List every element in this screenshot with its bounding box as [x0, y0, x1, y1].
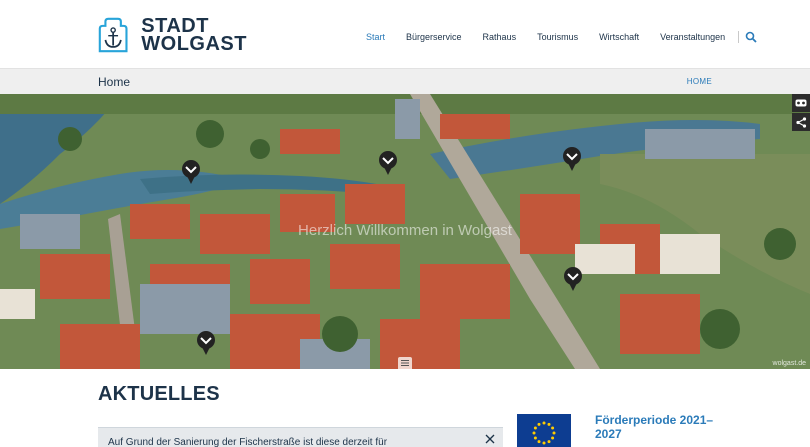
- close-icon[interactable]: [485, 434, 495, 444]
- nav-item-rathaus[interactable]: Rathaus: [483, 32, 517, 42]
- hero-welcome-caption: Herzlich Willkommen in Wolgast: [298, 222, 512, 239]
- map-hotspot-icon[interactable]: [181, 159, 201, 185]
- vr-button[interactable]: [792, 94, 810, 112]
- page-title: Home: [98, 75, 131, 89]
- nav-item-start[interactable]: Start: [366, 32, 385, 42]
- notice-text: Auf Grund der Sanierung der Fischerstraß…: [108, 437, 388, 447]
- share-icon: [795, 116, 806, 128]
- hero-side-toolbar: [792, 94, 810, 132]
- anchor-logo-icon: [98, 17, 128, 53]
- site-logo[interactable]: STADT WOLGAST: [97, 10, 247, 60]
- map-hotspot-icon[interactable]: [563, 266, 583, 292]
- logo-wordmark: STADT WOLGAST: [141, 16, 247, 55]
- funding-period-title[interactable]: Förderperiode 2021–2027: [595, 413, 725, 441]
- hero-panorama[interactable]: Herzlich Willkommen in Wolgast wolgast.d…: [0, 94, 810, 369]
- menu-icon: [401, 360, 409, 366]
- map-hotspot-icon[interactable]: [378, 150, 398, 176]
- nav-divider: [738, 31, 740, 43]
- hero-menu-button[interactable]: [398, 357, 412, 369]
- nav-item-wirtschaft[interactable]: Wirtschaft: [599, 32, 639, 42]
- notice-banner: Auf Grund der Sanierung der Fischerstraß…: [98, 427, 503, 447]
- news-section-title: AKTUELLES: [98, 383, 220, 405]
- eu-flag-icon: [517, 414, 571, 447]
- breadcrumb-bar: Home HOME: [0, 68, 810, 94]
- site-header: STADT WOLGAST Start Bürgerservice Rathau…: [0, 0, 810, 68]
- logo-line-2: WOLGAST: [141, 33, 247, 55]
- vr-icon: [795, 99, 807, 107]
- main-nav: Start Bürgerservice Rathaus Tourismus Wi…: [366, 31, 757, 43]
- nav-item-veranstaltungen[interactable]: Veranstaltungen: [660, 32, 725, 42]
- image-credit: wolgast.de: [772, 360, 806, 367]
- share-button[interactable]: [792, 113, 810, 131]
- nav-item-buergerservice[interactable]: Bürgerservice: [406, 32, 462, 42]
- breadcrumb-home-link[interactable]: HOME: [687, 77, 712, 86]
- nav-item-tourismus[interactable]: Tourismus: [537, 32, 578, 42]
- map-hotspot-icon[interactable]: [562, 146, 582, 172]
- search-icon[interactable]: [745, 31, 757, 43]
- map-hotspot-icon[interactable]: [196, 330, 216, 356]
